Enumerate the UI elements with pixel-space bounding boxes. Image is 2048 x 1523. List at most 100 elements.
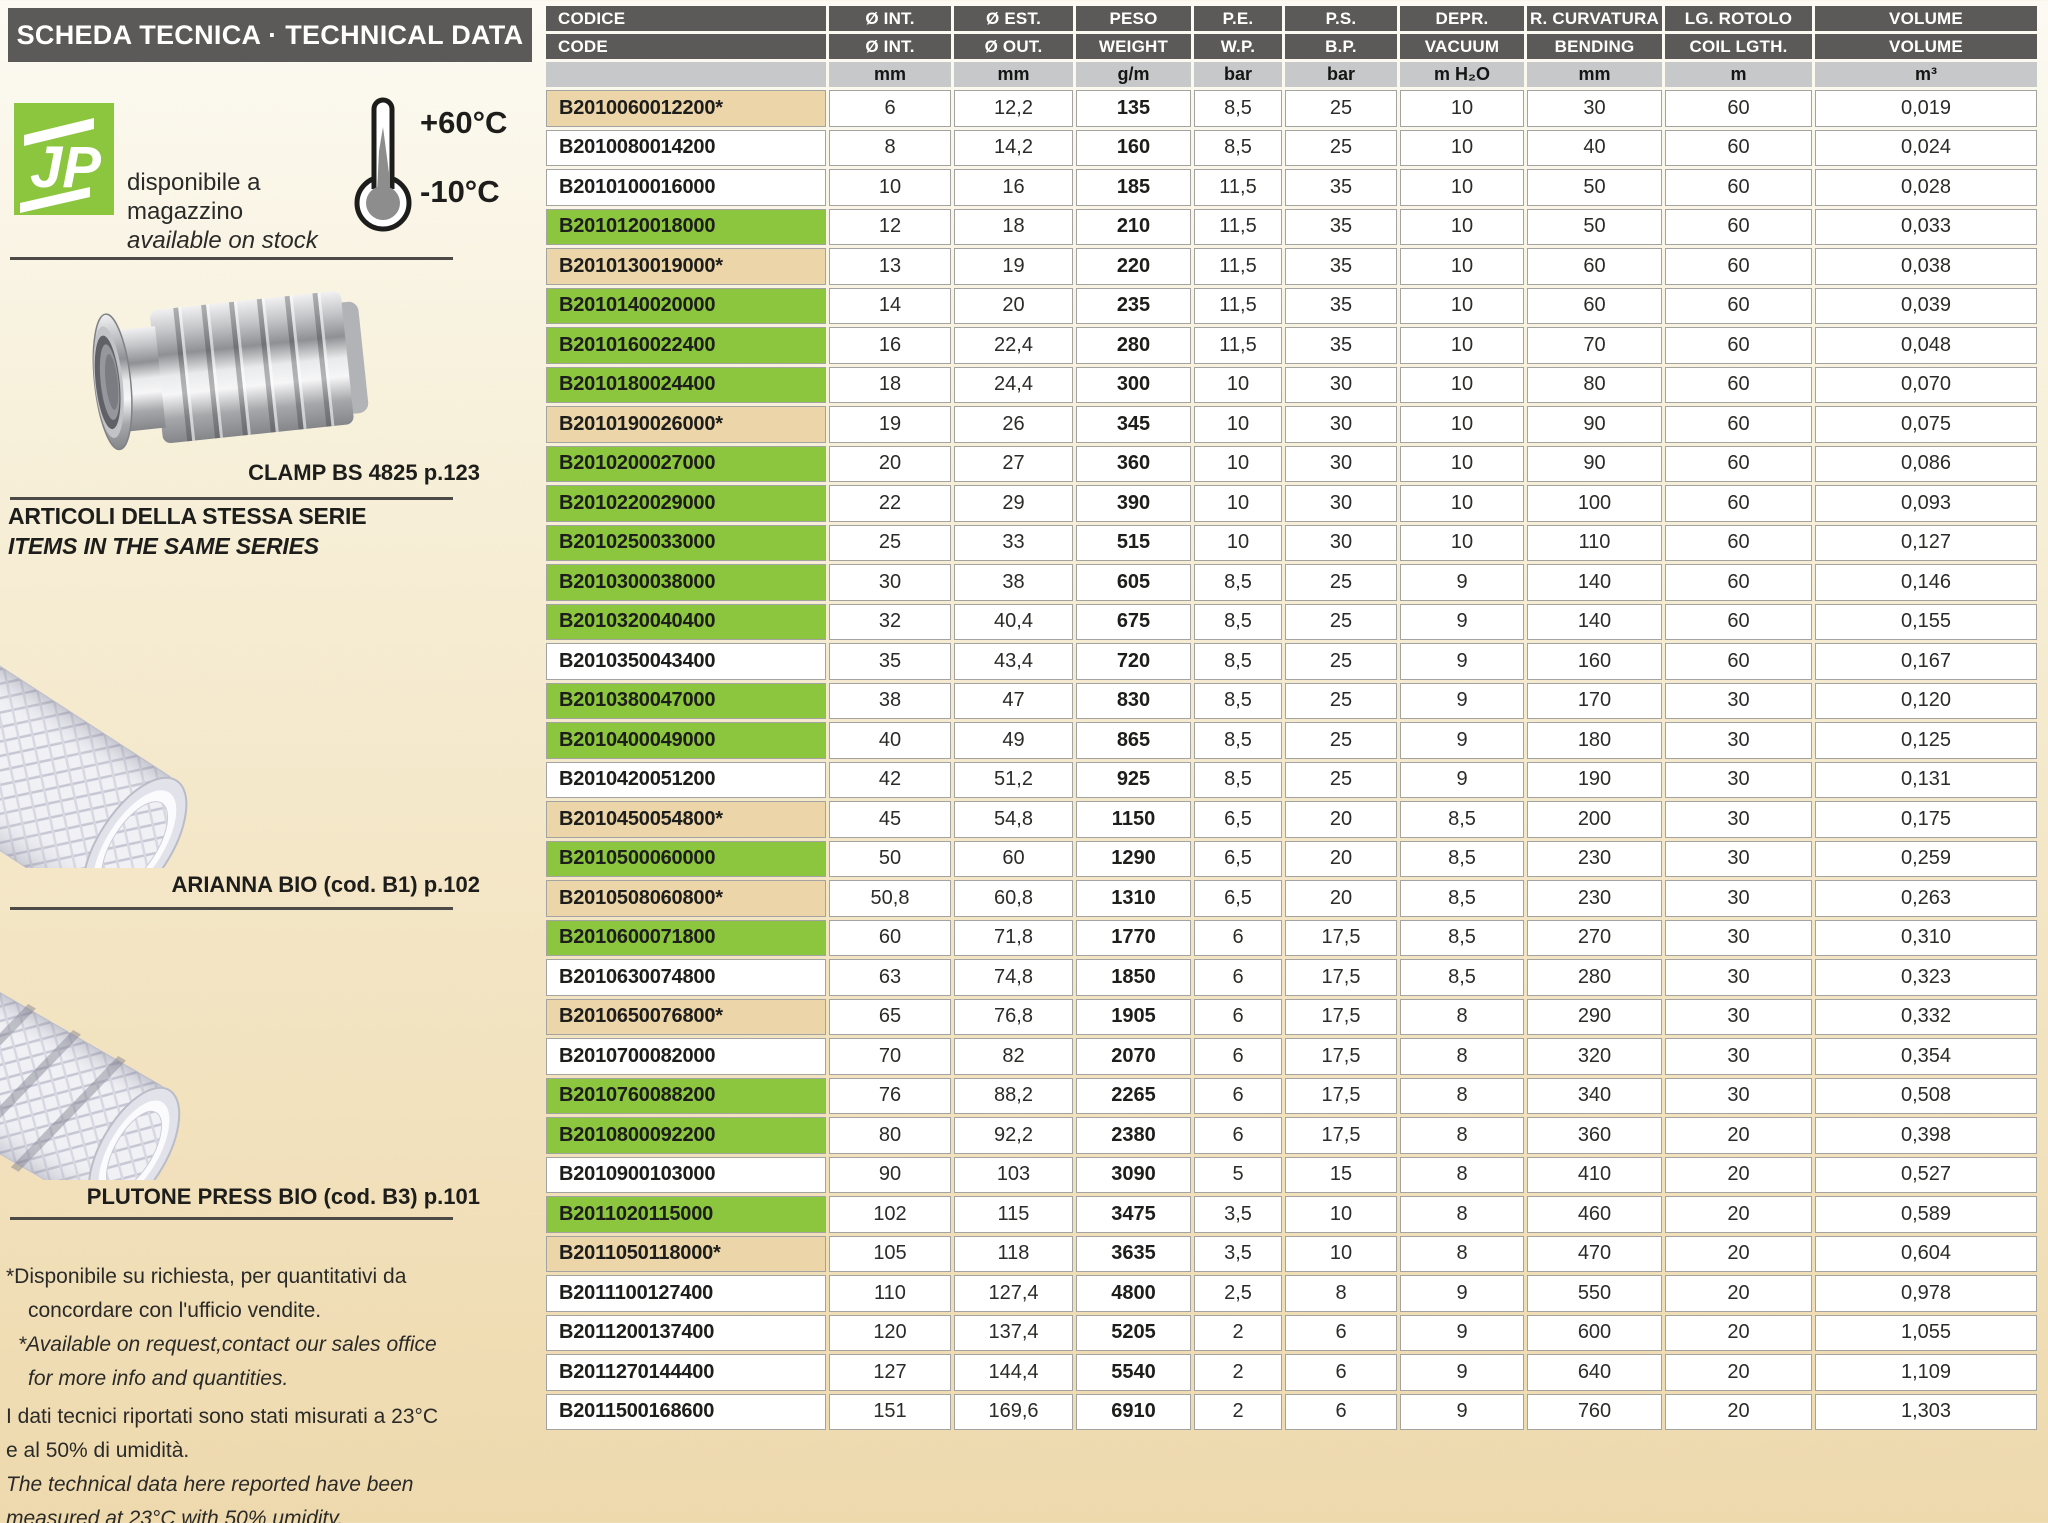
value-cell: 10 [1400,406,1524,443]
value-cell: 35 [1285,248,1397,285]
column-unit-3: g/m [1076,62,1191,87]
value-cell: 169,6 [954,1394,1073,1431]
value-cell: 10 [1400,288,1524,325]
code-cell: B2010190026000* [546,406,826,443]
column-header-l1-4: P.E. [1194,6,1282,31]
value-cell: 8,5 [1194,130,1282,167]
table-row: B20107600882007688,22265617,58340300,508 [546,1078,2037,1115]
value-cell: 5205 [1076,1315,1191,1352]
value-cell: 6 [829,90,951,127]
value-cell: 30 [1665,683,1812,720]
value-cell: 27 [954,446,1073,483]
column-header-l1-9: VOLUME [1815,6,2037,31]
value-cell: 60 [1527,248,1662,285]
table-row: B20101600224001622,428011,5351070600,048 [546,327,2037,364]
value-cell: 9 [1400,564,1524,601]
table-row: B201102011500010211534753,5108460200,589 [546,1196,2037,1233]
divider [10,497,453,500]
temperature-min: -10°C [420,174,500,210]
value-cell: 144,4 [954,1354,1073,1391]
value-cell: 90 [829,1157,951,1194]
value-cell: 82 [954,1038,1073,1075]
column-header-l2-1: Ø INT. [829,34,951,59]
column-header-l1-8: LG. ROTOLO [1665,6,1812,31]
value-cell: 30 [1665,801,1812,838]
value-cell: 605 [1076,564,1191,601]
stock-availability: disponibile a magazzino available on sto… [127,168,352,255]
value-cell: 2,5 [1194,1275,1282,1312]
value-cell: 76 [829,1078,951,1115]
value-cell: 235 [1076,288,1191,325]
value-cell: 1850 [1076,959,1191,996]
value-cell: 30 [1665,920,1812,957]
note-measured-en-line1: The technical data here reported have be… [6,1470,531,1500]
column-header-l2-9: VOLUME [1815,34,2037,59]
value-cell: 25 [1285,604,1397,641]
value-cell: 20 [1665,1157,1812,1194]
value-cell: 60 [1665,446,1812,483]
value-cell: 22,4 [954,327,1073,364]
value-cell: 8 [1400,1038,1524,1075]
value-cell: 47 [954,683,1073,720]
note-measured-it-line2: e al 50% di umidità. [6,1436,531,1466]
value-cell: 6,5 [1194,880,1282,917]
code-cell: B2010600071800 [546,920,826,957]
value-cell: 30 [1665,999,1812,1036]
column-unit-0 [546,62,826,87]
table-row: B201070008200070822070617,58320300,354 [546,1038,2037,1075]
value-cell: 92,2 [954,1117,1073,1154]
value-cell: 20 [1665,1354,1812,1391]
value-cell: 29 [954,485,1073,522]
table-row: B2011270144400127144,45540269640201,109 [546,1354,2037,1391]
value-cell: 11,5 [1194,288,1282,325]
value-cell: 50 [829,841,951,878]
value-cell: 11,5 [1194,209,1282,246]
spec-table: CODICEØ INT.Ø EST.PESOP.E.P.S.DEPR.R. CU… [543,3,2040,1433]
table-row: B20104200512004251,29258,5259190300,131 [546,762,2037,799]
hose-arianna-image [0,566,300,868]
value-cell: 0,019 [1815,90,2037,127]
value-cell: 8 [1400,1236,1524,1273]
value-cell: 0,038 [1815,248,2037,285]
code-cell: B2010160022400 [546,327,826,364]
table-row: B2011050118000*10511836353,5108470200,60… [546,1236,2037,1273]
value-cell: 16 [954,169,1073,206]
value-cell: 8,5 [1194,604,1282,641]
table-row: B20102200290002229390103010100600,093 [546,485,2037,522]
value-cell: 8 [1400,1157,1524,1194]
value-cell: 60 [1665,248,1812,285]
value-cell: 60 [1665,327,1812,364]
column-header-l1-1: Ø INT. [829,6,951,31]
value-cell: 8,5 [1194,722,1282,759]
value-cell: 320 [1527,1038,1662,1075]
value-cell: 42 [829,762,951,799]
clamp-fitting-image [60,275,390,460]
column-unit-6: m H₂O [1400,62,1524,87]
code-cell: B2010130019000* [546,248,826,285]
code-cell: B2010450054800* [546,801,826,838]
value-cell: 6,5 [1194,841,1282,878]
value-cell: 10 [1285,1196,1397,1233]
value-cell: 76,8 [954,999,1073,1036]
table-row: B20101800244001824,430010301080600,070 [546,367,2037,404]
code-cell: B2011200137400 [546,1315,826,1352]
table-row: B2010140020000142023511,5351060600,039 [546,288,2037,325]
value-cell: 30 [1665,880,1812,917]
table-row: B20103200404003240,46758,5259140600,155 [546,604,2037,641]
value-cell: 10 [1194,485,1282,522]
value-cell: 5540 [1076,1354,1191,1391]
value-cell: 10 [1400,130,1524,167]
value-cell: 17,5 [1285,1078,1397,1115]
value-cell: 30 [1285,406,1397,443]
value-cell: 60 [1665,406,1812,443]
value-cell: 60 [1665,367,1812,404]
column-unit-8: m [1665,62,1812,87]
value-cell: 180 [1527,722,1662,759]
value-cell: 280 [1527,959,1662,996]
value-cell: 60 [954,841,1073,878]
column-header-l2-5: B.P. [1285,34,1397,59]
code-cell: B2010300038000 [546,564,826,601]
code-cell: B2010508060800* [546,880,826,917]
value-cell: 160 [1076,130,1191,167]
thermometer-icon [352,93,414,235]
